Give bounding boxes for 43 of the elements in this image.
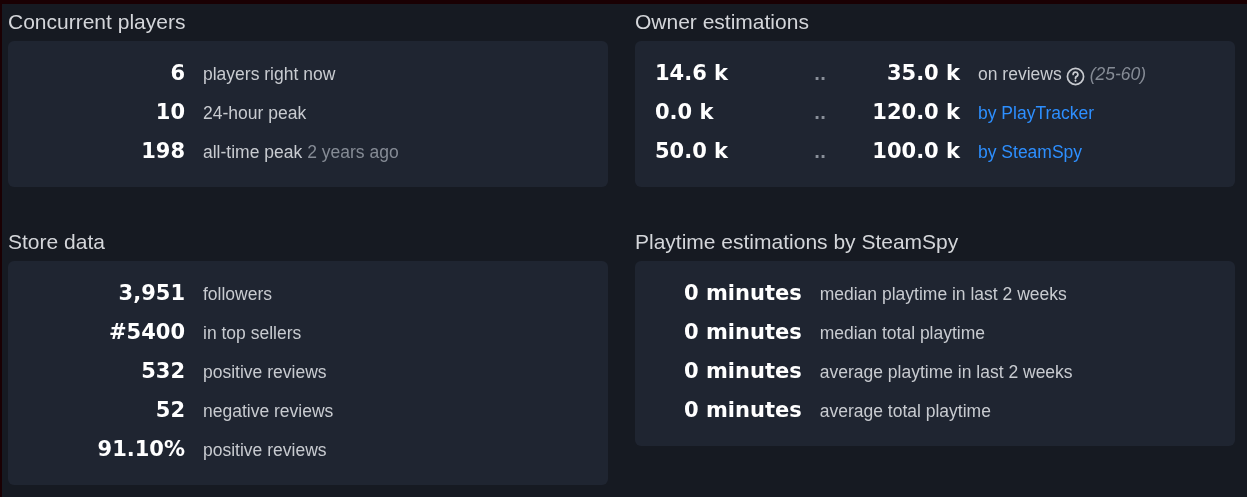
stat-note: 2 years ago [307, 142, 399, 163]
high-estimate: 120.0 k [871, 100, 960, 124]
help-icon[interactable] [1065, 66, 1085, 86]
range-separator: .. [812, 104, 828, 123]
stat-value: 52 [154, 398, 185, 422]
range-separator: .. [812, 65, 828, 84]
stat-value: 198 [140, 139, 185, 163]
stat-value: 532 [140, 359, 185, 383]
stat-label: in top sellers [203, 323, 302, 344]
low-estimate: 14.6 k [654, 61, 730, 85]
playtime-label: median playtime in last 2 weeks [819, 284, 1067, 305]
playtime-value: 0 minutes [683, 281, 802, 305]
section-title: Concurrent players [8, 10, 187, 34]
playtime-label: average total playtime [819, 401, 991, 422]
low-estimate: 0.0 k [654, 100, 715, 124]
stat-value: 91.10% [96, 437, 185, 461]
section-title: Playtime estimations by SteamSpy [635, 230, 960, 254]
low-estimate: 50.0 k [654, 139, 730, 163]
stat-label: followers [203, 284, 273, 305]
stat-label: positive reviews [203, 362, 327, 383]
high-estimate: 35.0 k [885, 61, 960, 85]
source-link[interactable]: by PlayTracker [978, 103, 1095, 124]
stat-label: 24-hour peak [203, 103, 307, 124]
stat-label: positive reviews [203, 440, 327, 461]
playtime-value: 0 minutes [683, 359, 802, 383]
review-range: (25-60) [1089, 64, 1147, 85]
section-title: Store data [8, 230, 106, 254]
stat-value: 3,951 [117, 281, 185, 305]
stat-value: #5400 [107, 320, 185, 344]
high-estimate: 100.0 k [871, 139, 960, 163]
playtime-value: 0 minutes [683, 320, 802, 344]
stat-value: 6 [169, 61, 185, 85]
stat-label: all-time peak [203, 142, 303, 163]
stat-label: negative reviews [203, 401, 334, 422]
source-link[interactable]: by SteamSpy [978, 142, 1083, 163]
playtime-label: median total playtime [819, 323, 986, 344]
stat-label: players right now [203, 64, 336, 85]
stat-value: 10 [154, 100, 185, 124]
playtime-label: average playtime in last 2 weeks [819, 362, 1073, 383]
section-title: Owner estimations [635, 10, 810, 34]
range-separator: .. [812, 143, 828, 162]
estimate-label: on reviews [978, 64, 1062, 85]
playtime-value: 0 minutes [683, 398, 802, 422]
